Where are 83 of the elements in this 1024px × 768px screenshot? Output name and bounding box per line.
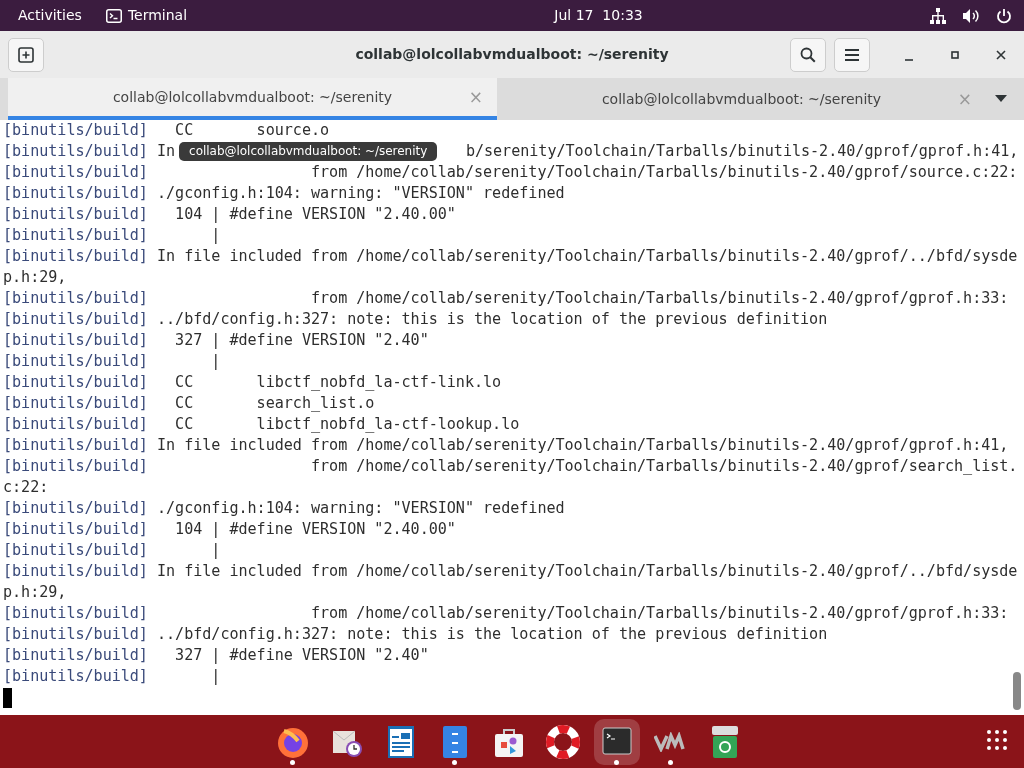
terminal-line: from /home/collab/serenity/Toolchain/Tarballs/binutils-2.40/gprof/gprof.h:33: <box>309 289 1009 307</box>
build-prefix: [binutils/build] <box>3 226 148 244</box>
build-prefix: [binutils/build] <box>3 625 148 643</box>
minimize-icon <box>904 58 914 61</box>
build-prefix: [binutils/build] <box>3 646 148 664</box>
build-prefix: [binutils/build] <box>3 163 148 181</box>
lifebuoy-icon <box>546 724 580 759</box>
activities-button[interactable]: Activities <box>18 5 82 26</box>
terminal-line: 327 | #define VERSION "2.40" <box>174 646 429 664</box>
network-icon[interactable] <box>930 7 946 24</box>
terminal-line: 104 | #define VERSION "2.40.00" <box>174 520 456 538</box>
vm-logo-icon <box>654 731 688 752</box>
build-prefix: [binutils/build] <box>3 142 148 160</box>
build-prefix: [binutils/build] <box>3 184 148 202</box>
tab[interactable]: collab@lolcollabvmdualboot: ~/serenity × <box>497 78 986 120</box>
terminal-line: | <box>210 352 221 370</box>
build-prefix: [binutils/build] <box>3 541 148 559</box>
build-prefix: [binutils/build] <box>3 562 148 580</box>
terminal-line: | <box>210 541 221 559</box>
terminal-line: CC libctf_nobfd_la-ctf-link.lo <box>174 373 502 391</box>
new-tab-button[interactable] <box>8 37 44 72</box>
build-prefix: [binutils/build] <box>3 415 148 433</box>
terminal-line: ../bfd/config.h:327: note: this is the location of the previous definition <box>157 310 828 328</box>
menu-button[interactable] <box>834 37 870 72</box>
file-cabinet-icon <box>442 724 468 759</box>
terminal-line: 104 | #define VERSION "2.40.00" <box>174 205 456 223</box>
terminal-line: from /home/collab/serenity/Toolchain/Tarballs/binutils-2.40/gprof/search_list. <box>309 457 1018 475</box>
terminal-line: In <box>157 142 176 160</box>
terminal-line: In file included from /home/collab/serenity/Toolchain/Tarballs/binutils-2.40/gprof/../bfd/sysde <box>157 247 1018 265</box>
terminal-line: In file included from /home/collab/serenity/Toolchain/Tarballs/binutils-2.40/gprof/../bfd/sysde <box>157 562 1018 580</box>
search-icon <box>800 46 816 63</box>
build-prefix: [binutils/build] <box>3 205 148 223</box>
close-icon <box>995 48 1007 61</box>
terminal-line: ./gconfig.h:104: warning: "VERSION" redefined <box>157 184 565 202</box>
terminal-line: | <box>210 226 221 244</box>
volume-icon[interactable] <box>962 7 980 24</box>
dock-item[interactable] <box>594 718 640 765</box>
build-prefix: [binutils/build] <box>3 667 148 685</box>
recycle-bin-icon <box>711 724 739 759</box>
build-prefix: [binutils/build] <box>3 121 148 139</box>
tab[interactable]: collab@lolcollabvmdualboot: ~/serenity × <box>8 78 497 120</box>
app-menu[interactable]: Terminal <box>127 5 188 26</box>
terminal-line: CC libctf_nobfd_la-ctf-lookup.lo <box>174 415 520 433</box>
build-prefix: [binutils/build] <box>3 331 148 349</box>
build-prefix: [binutils/build] <box>3 604 148 622</box>
terminal-line: ./gconfig.h:104: warning: "VERSION" redefined <box>157 499 565 517</box>
build-prefix: [binutils/build] <box>3 394 148 412</box>
terminal-line: CC source.o <box>174 121 330 139</box>
scrollbar-thumb[interactable] <box>1013 672 1021 710</box>
build-prefix: [binutils/build] <box>3 247 148 265</box>
plus-icon <box>18 46 34 63</box>
build-prefix: [binutils/build] <box>3 499 148 517</box>
build-prefix: [binutils/build] <box>3 352 148 370</box>
terminal-line: b/serenity/Toolchain/Tarballs/binutils-2.40/gprof/gprof.h:41, <box>465 142 1019 160</box>
text-cursor <box>3 688 12 708</box>
terminal-line: ../bfd/config.h:327: note: this is the location of the previous definition <box>157 625 828 643</box>
build-prefix: [binutils/build] <box>3 457 148 475</box>
terminal-icon <box>105 8 122 23</box>
document-icon <box>386 724 416 759</box>
terminal-line: In file included from /home/collab/serenity/Toolchain/Tarballs/binutils-2.40/gprof/gprof.h:41, <box>157 436 1009 454</box>
window-title: collab@lolcollabvmdualboot: ~/serenity <box>355 46 669 62</box>
terminal-icon <box>602 726 632 757</box>
terminal-line: from /home/collab/serenity/Toolchain/Tarballs/binutils-2.40/gprof/gprof.h:33: <box>309 604 1009 622</box>
clock[interactable]: Jul 17 10:33 <box>554 5 643 26</box>
tooltip: collab@lolcollabvmdualboot: ~/serenity <box>179 142 438 161</box>
terminal-line: p.h:29, <box>3 268 67 286</box>
build-prefix: [binutils/build] <box>3 520 148 538</box>
show-apps-button[interactable] <box>986 727 1008 751</box>
caret-icon <box>995 95 1007 103</box>
power-icon[interactable] <box>996 7 1012 24</box>
terminal-line: CC search_list.o <box>174 394 375 412</box>
terminal-line: 327 | #define VERSION "2.40" <box>174 331 429 349</box>
terminal-line: from /home/collab/serenity/Toolchain/Tarballs/binutils-2.40/gprof/source.c:22: <box>309 163 1018 181</box>
terminal-line: p.h:29, <box>3 583 67 601</box>
search-button[interactable] <box>790 37 826 72</box>
build-prefix: [binutils/build] <box>3 436 148 454</box>
build-prefix: [binutils/build] <box>3 373 148 391</box>
terminal-line: | <box>210 667 221 685</box>
build-prefix: [binutils/build] <box>3 289 148 307</box>
terminal-line: c:22: <box>3 478 49 496</box>
build-prefix: [binutils/build] <box>3 310 148 328</box>
menu-icon <box>844 47 860 62</box>
maximize-icon <box>950 49 960 60</box>
